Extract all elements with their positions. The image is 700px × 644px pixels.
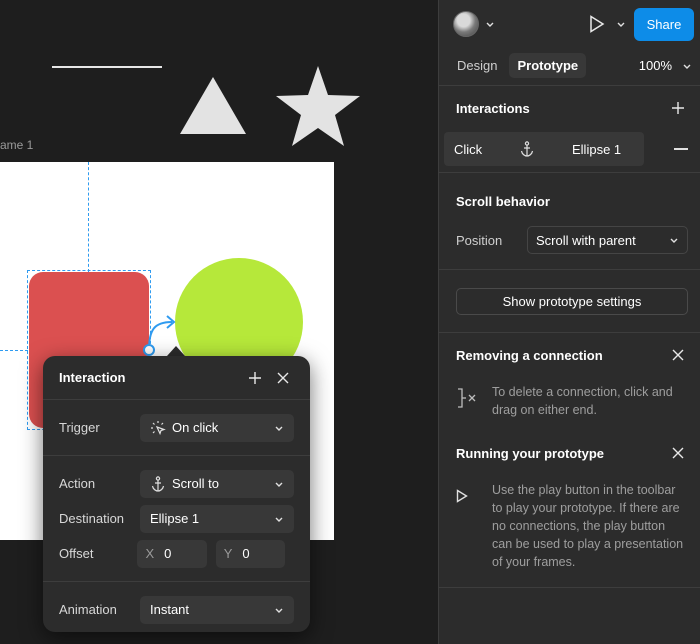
- scroll-behavior-title: Scroll behavior: [456, 193, 550, 209]
- trigger-select[interactable]: On click: [140, 413, 294, 442]
- remove-interaction-icon[interactable]: [674, 148, 688, 150]
- chevron-down-icon: [683, 64, 691, 69]
- line-shape[interactable]: [52, 66, 162, 68]
- position-label: Position: [456, 232, 503, 248]
- chevron-down-icon: [670, 238, 678, 243]
- close-icon[interactable]: [272, 367, 294, 389]
- offset-y-field[interactable]: Y 0: [215, 539, 285, 568]
- offset-label: Offset: [59, 546, 94, 561]
- play-icon: [456, 481, 492, 571]
- panel-tabs: Design Prototype 100%: [439, 48, 700, 86]
- chevron-down-icon[interactable]: [485, 19, 495, 29]
- share-button[interactable]: Share: [634, 7, 694, 41]
- click-cursor-icon: [150, 420, 166, 436]
- action-section: Action Scroll to Destination Ellipse 1 O…: [43, 456, 310, 582]
- guide-vertical: [88, 162, 89, 272]
- popup-title: Interaction: [59, 370, 126, 385]
- close-icon[interactable]: [668, 345, 688, 365]
- plus-icon[interactable]: [244, 367, 266, 389]
- disconnect-icon: [456, 383, 492, 419]
- interaction-destination: Ellipse 1: [572, 141, 622, 157]
- action-label: Action: [59, 476, 96, 491]
- popup-caret: [167, 346, 185, 356]
- action-value: Scroll to: [172, 476, 219, 491]
- tab-design[interactable]: Design: [449, 53, 505, 78]
- offset-x-axis-label: X: [145, 546, 155, 561]
- avatar[interactable]: [453, 11, 479, 37]
- offset-x-field[interactable]: X 0: [137, 539, 207, 568]
- triangle-shape[interactable]: [180, 77, 246, 134]
- show-prototype-settings-button[interactable]: Show prototype settings: [456, 288, 688, 315]
- toolbar: Share: [439, 0, 700, 48]
- interaction-trigger: Click: [454, 141, 483, 157]
- chevron-down-icon: [275, 482, 283, 487]
- trigger-label: Trigger: [59, 420, 100, 435]
- anchor-icon: [520, 139, 540, 159]
- animation-section: Animation Instant: [43, 582, 310, 637]
- canvas[interactable]: rame 1 Interaction Trigger: [0, 0, 438, 644]
- help-removing-section: Removing a connection To delete a connec…: [439, 333, 700, 431]
- running-prototype-title: Running your prototype: [456, 445, 605, 461]
- chevron-down-icon: [275, 426, 283, 431]
- running-prototype-text: Use the play button in the toolbar to pl…: [492, 483, 684, 569]
- frame-label[interactable]: rame 1: [0, 138, 33, 152]
- interactions-section: Interactions Click Ellipse 1: [439, 86, 700, 173]
- trigger-section: Trigger On click: [43, 400, 310, 456]
- position-value: Scroll with parent: [536, 232, 636, 248]
- scroll-behavior-section: Scroll behavior Position Scroll with par…: [439, 173, 700, 270]
- close-icon[interactable]: [668, 443, 688, 463]
- tab-prototype[interactable]: Prototype: [509, 53, 587, 78]
- animation-value: Instant: [150, 602, 190, 617]
- destination-value: Ellipse 1: [150, 511, 200, 526]
- destination-label: Destination: [59, 511, 125, 526]
- guide-horizontal: [0, 350, 28, 351]
- destination-select[interactable]: Ellipse 1: [140, 504, 294, 533]
- position-select[interactable]: Scroll with parent: [527, 226, 688, 254]
- offset-x-value: 0: [164, 546, 172, 561]
- prototype-settings-section: Show prototype settings: [439, 270, 700, 333]
- animation-select[interactable]: Instant: [140, 595, 294, 624]
- chevron-down-icon: [275, 517, 283, 522]
- chevron-down-icon[interactable]: [616, 19, 626, 29]
- trigger-value: On click: [172, 420, 219, 435]
- animation-label: Animation: [59, 602, 117, 617]
- offset-y-value: 0: [242, 546, 250, 561]
- removing-connection-text: To delete a connection, click and drag o…: [492, 385, 673, 417]
- star-shape[interactable]: [276, 66, 360, 146]
- zoom-control[interactable]: 100%: [639, 58, 692, 73]
- removing-connection-title: Removing a connection: [456, 347, 603, 363]
- plus-icon[interactable]: [668, 98, 688, 118]
- help-running-section: Running your prototype Use the play butt…: [439, 431, 700, 588]
- chevron-down-icon: [275, 608, 283, 613]
- interaction-popup: Interaction Trigger On click Action Scro…: [43, 356, 310, 632]
- zoom-value: 100%: [638, 58, 672, 73]
- popup-header: Interaction: [43, 356, 310, 400]
- interaction-item[interactable]: Click Ellipse 1: [444, 132, 644, 166]
- action-select[interactable]: Scroll to: [140, 469, 294, 498]
- play-icon[interactable]: [586, 13, 608, 35]
- interaction-row: Click Ellipse 1: [439, 130, 700, 168]
- offset-y-axis-label: Y: [223, 546, 233, 561]
- anchor-icon: [150, 475, 166, 492]
- interactions-title: Interactions: [456, 100, 530, 116]
- properties-panel: Share Design Prototype 100% Interactions…: [438, 0, 700, 644]
